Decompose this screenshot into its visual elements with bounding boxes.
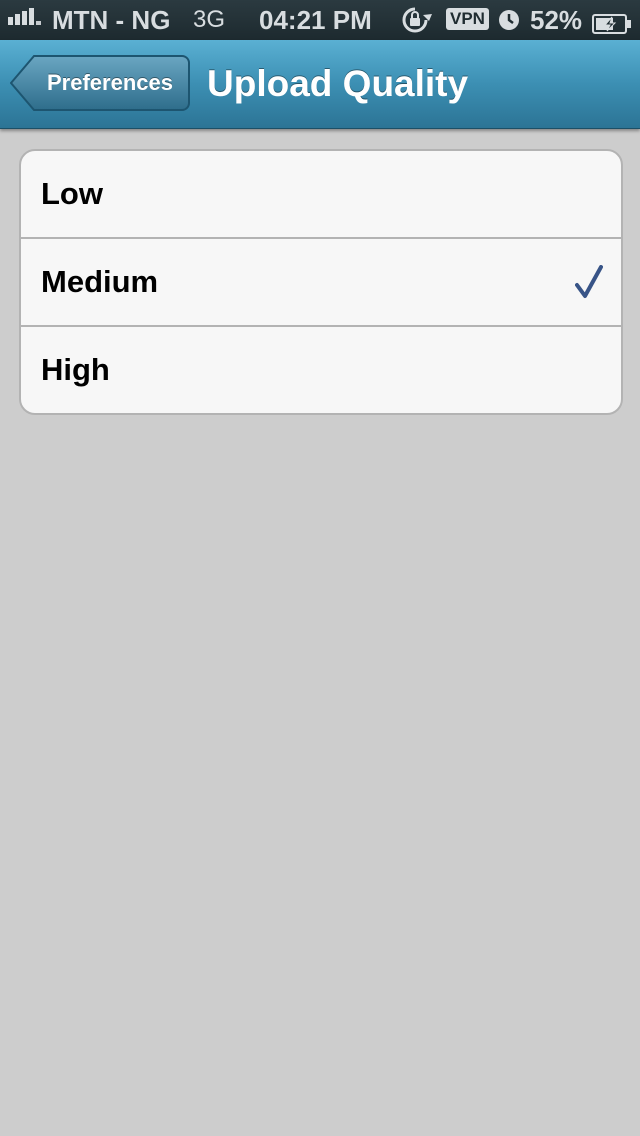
option-low[interactable]: Low (21, 151, 621, 239)
option-medium[interactable]: Medium (21, 239, 621, 327)
option-label: High (41, 352, 110, 387)
page-title: Upload Quality (207, 63, 469, 104)
back-button-label: Preferences (47, 70, 173, 95)
upload-quality-options: Low Medium High (19, 149, 623, 415)
status-time: 04:21 PM (259, 5, 372, 35)
status-bar: MTN - NG 3G 04:21 PM VPN 52% (0, 0, 640, 40)
network-type: 3G (193, 6, 226, 33)
carrier-name: MTN - NG (52, 5, 171, 35)
option-label: Medium (41, 264, 159, 299)
vpn-badge: VPN (446, 8, 489, 30)
battery-charging-icon (592, 10, 631, 34)
checkmark-icon (575, 265, 603, 298)
battery-percent: 52% (530, 5, 583, 35)
alarm-icon (497, 5, 521, 41)
option-label: Low (41, 176, 103, 211)
rotation-lock-icon (398, 5, 432, 41)
back-button-preferences[interactable]: Preferences (10, 54, 190, 112)
navigation-bar: Preferences Upload Quality (0, 40, 640, 129)
option-high[interactable]: High (21, 327, 621, 413)
